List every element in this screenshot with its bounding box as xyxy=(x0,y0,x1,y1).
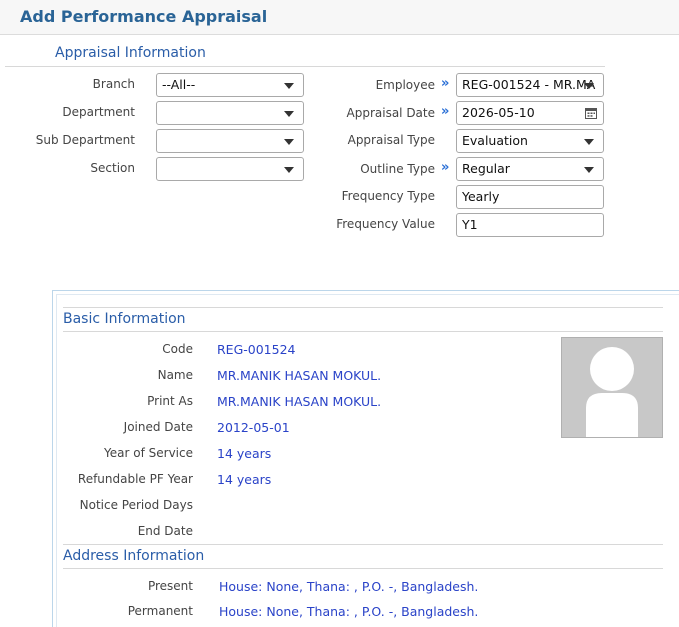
appraisal-type-value: Evaluation xyxy=(462,133,528,148)
joined-date-value: 2012-05-01 xyxy=(217,420,290,435)
employee-photo xyxy=(561,337,663,438)
department-label: Department xyxy=(62,105,135,119)
frequency-value-label: Frequency Value xyxy=(336,217,435,231)
frequency-value-input[interactable]: Y1 xyxy=(456,213,604,237)
address-info-title: Address Information xyxy=(63,548,205,564)
frequency-type-value: Yearly xyxy=(462,189,500,204)
frequency-type-label: Frequency Type xyxy=(341,189,435,203)
branch-label: Branch xyxy=(92,77,135,91)
chevron-down-icon xyxy=(284,111,294,117)
present-address-value: House: None, Thana: , P.O. -, Bangladesh… xyxy=(219,579,479,594)
outline-type-value: Regular xyxy=(462,161,510,176)
name-value: MR.MANIK HASAN MOKUL. xyxy=(217,368,382,383)
chevron-down-icon xyxy=(284,83,294,89)
chevron-down-icon xyxy=(584,139,594,145)
outline-type-select[interactable]: Regular xyxy=(456,157,604,181)
code-label: Code xyxy=(162,342,193,356)
department-select[interactable] xyxy=(156,101,304,125)
chevron-down-icon xyxy=(584,167,594,173)
avatar-placeholder-icon xyxy=(562,338,662,437)
employee-select-value: REG-001524 - MR.MA xyxy=(462,77,596,92)
basic-info-title: Basic Information xyxy=(63,311,186,327)
basic-info-divider xyxy=(63,331,663,332)
year-of-service-label: Year of Service xyxy=(104,446,193,460)
present-address-label: Present xyxy=(147,579,193,593)
year-of-service-value: 14 years xyxy=(217,446,272,461)
section-select[interactable] xyxy=(156,157,304,181)
chevron-down-icon xyxy=(584,83,594,89)
section-label: Section xyxy=(90,161,135,175)
permanent-address-label: Permanent xyxy=(127,604,193,618)
joined-date-label: Joined Date xyxy=(123,420,193,434)
address-info-divider xyxy=(63,568,663,569)
notice-period-days-label: Notice Period Days xyxy=(79,498,193,512)
frequency-value-value: Y1 xyxy=(462,217,478,232)
refundable-pf-year-value: 14 years xyxy=(217,472,272,487)
permanent-address-value: House: None, Thana: , P.O. -, Bangladesh… xyxy=(219,604,479,619)
address-info-top-divider xyxy=(63,544,663,545)
chevron-down-icon xyxy=(284,139,294,145)
sub-department-select[interactable] xyxy=(156,129,304,153)
code-value: REG-001524 xyxy=(217,342,296,357)
refundable-pf-year-label: Refundable PF Year xyxy=(77,472,193,486)
name-label: Name xyxy=(157,368,193,382)
employee-select[interactable]: REG-001524 - MR.MA xyxy=(456,73,604,97)
calendar-icon[interactable] xyxy=(585,107,597,119)
appraisal-type-label: Appraisal Type xyxy=(347,133,435,147)
double-chevron-right-icon: » xyxy=(441,104,450,119)
frequency-type-input[interactable]: Yearly xyxy=(456,185,604,209)
appraisal-date-input[interactable]: 2026-05-10 xyxy=(456,101,604,125)
employee-label: Employee xyxy=(375,78,435,92)
branch-select-value: --All-- xyxy=(162,77,196,92)
appraisal-date-value: 2026-05-10 xyxy=(462,105,535,120)
page-header: Add Performance Appraisal xyxy=(0,0,679,35)
outline-type-label: Outline Type xyxy=(360,162,435,176)
end-date-label: End Date xyxy=(137,524,193,538)
appraisal-info-title: Appraisal Information xyxy=(55,45,206,61)
double-chevron-right-icon: » xyxy=(441,76,450,91)
sub-department-label: Sub Department xyxy=(35,133,135,147)
print-as-value: MR.MANIK HASAN MOKUL. xyxy=(217,394,382,409)
branch-select[interactable]: --All-- xyxy=(156,73,304,97)
print-as-label: Print As xyxy=(147,394,193,408)
basic-info-top-divider xyxy=(63,307,663,308)
chevron-down-icon xyxy=(284,167,294,173)
page-title: Add Performance Appraisal xyxy=(20,7,268,26)
appraisal-type-select[interactable]: Evaluation xyxy=(456,129,604,153)
appraisal-date-label: Appraisal Date xyxy=(346,106,436,120)
double-chevron-right-icon: » xyxy=(441,160,450,175)
appraisal-info-divider xyxy=(5,66,605,67)
